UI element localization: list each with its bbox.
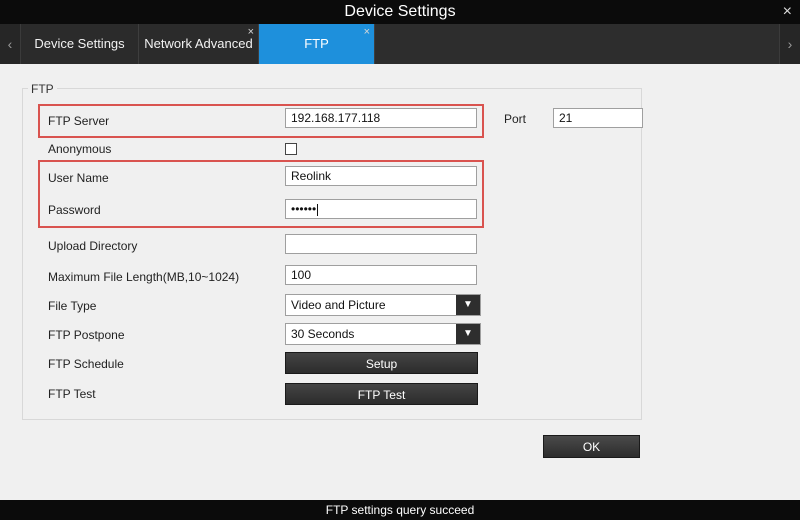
password-input[interactable]: •••••• [285,199,477,219]
file-type-select[interactable]: Video and Picture ▼ [285,294,481,316]
upload-directory-input[interactable] [285,234,477,254]
ftp-postpone-select[interactable]: 30 Seconds ▼ [285,323,481,345]
upload-directory-label: Upload Directory [48,239,138,253]
anonymous-label: Anonymous [48,142,112,156]
ftp-test-label: FTP Test [48,387,96,401]
tab-bar: ‹ Device Settings × Network Advanced × F… [0,24,800,64]
ok-button[interactable]: OK [543,435,640,458]
status-bar: FTP settings query succeed [0,500,800,520]
tab-device-settings[interactable]: Device Settings [21,24,139,64]
max-file-length-input[interactable] [285,265,477,285]
close-icon[interactable]: × [783,0,792,24]
chevron-left-icon[interactable]: ‹ [0,24,21,64]
anonymous-checkbox[interactable] [285,143,297,155]
tab-label: Device Settings [34,36,125,51]
tab-network-advanced[interactable]: × Network Advanced [139,24,259,64]
ftp-group-title: FTP [28,82,57,96]
file-type-label: File Type [48,299,97,313]
ftp-postpone-value: 30 Seconds [291,327,355,341]
schedule-setup-button[interactable]: Setup [285,352,478,374]
ftp-server-input[interactable] [285,108,477,128]
chevron-right-icon[interactable]: › [779,24,800,64]
tab-label: FTP [304,36,329,51]
close-icon[interactable]: × [364,12,370,52]
ftp-test-button[interactable]: FTP Test [285,383,478,405]
tab-label: Network Advanced [144,36,253,51]
close-icon[interactable]: × [248,12,254,52]
username-label: User Name [48,171,109,185]
status-text: FTP settings query succeed [325,503,475,517]
dropdown-arrow-icon[interactable]: ▼ [456,295,480,315]
username-input[interactable] [285,166,477,186]
file-type-value: Video and Picture [291,298,386,312]
window-title: Device Settings [344,3,456,20]
title-bar: Device Settings × [0,0,800,24]
port-input[interactable] [553,108,643,128]
text-caret [317,203,319,216]
port-label: Port [504,112,527,126]
ftp-server-label: FTP Server [48,114,110,128]
password-label: Password [48,203,101,217]
password-mask: •••••• [291,202,317,216]
tab-ftp[interactable]: × FTP [259,24,375,64]
dropdown-arrow-icon[interactable]: ▼ [456,324,480,344]
max-file-length-label: Maximum File Length(MB,10~1024) [48,270,240,284]
ftp-postpone-label: FTP Postpone [48,328,125,342]
ftp-schedule-label: FTP Schedule [48,357,124,371]
